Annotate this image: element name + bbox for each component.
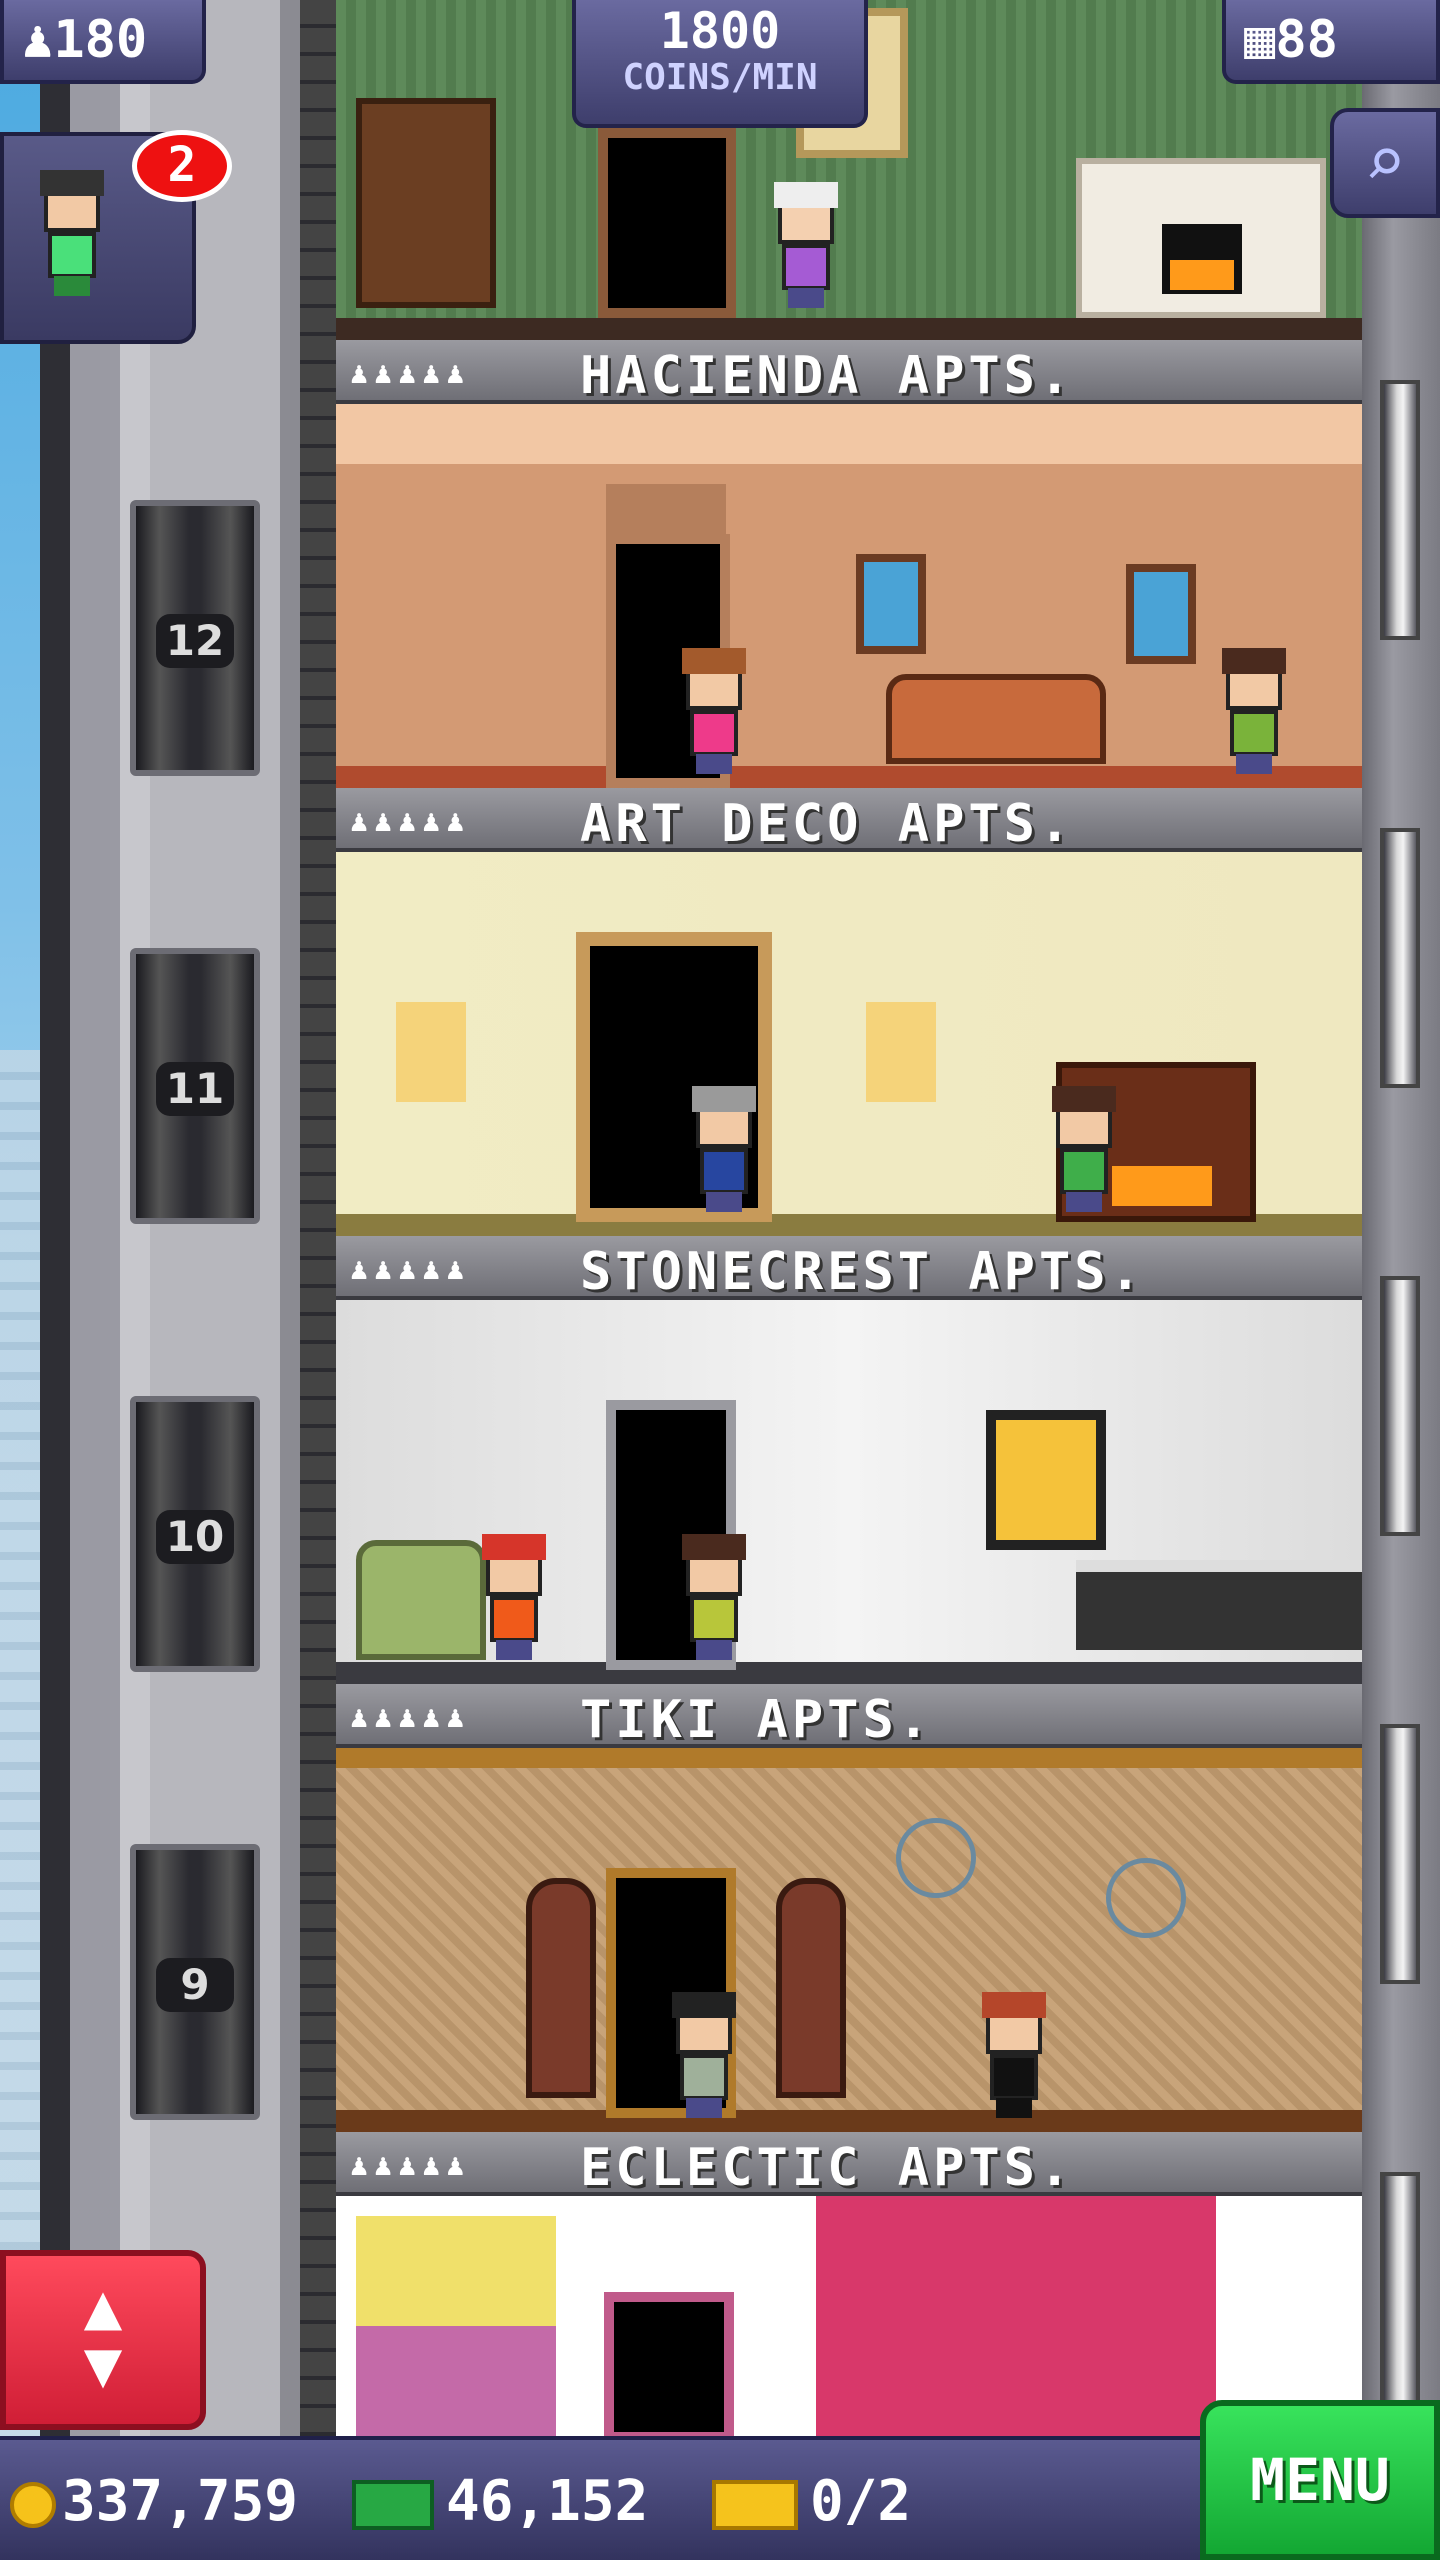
- wall-sconce: [396, 1002, 466, 1102]
- elevator-floor-number: 10: [156, 1510, 234, 1564]
- floor-banner: ♟♟♟♟♟ HACIENDA APTS.: [336, 340, 1362, 406]
- floor-counter[interactable]: ▦88: [1222, 0, 1440, 84]
- painting: [986, 1410, 1106, 1550]
- elevator-rail: [300, 0, 336, 2440]
- resident[interactable]: [676, 1534, 746, 1660]
- tiki-statue: [526, 1878, 596, 2098]
- resident[interactable]: [476, 1534, 546, 1660]
- floor-stonecrest-apts[interactable]: ♟♟♟♟♟ STONECREST APTS.: [336, 1236, 1362, 1684]
- floor-door: [604, 2292, 734, 2436]
- down-arrow-icon: ▼: [83, 2328, 123, 2402]
- coins-per-min-value: 1800: [659, 2, 781, 60]
- building-icon: ▦: [1244, 10, 1276, 70]
- tower-window: [1380, 1724, 1420, 1984]
- bookshelf: [356, 98, 496, 308]
- resident[interactable]: [768, 182, 838, 308]
- floor-room: [336, 852, 1362, 1236]
- elevator-floor-number: 9: [156, 1958, 234, 2012]
- coins-balance[interactable]: 337,759: [10, 2468, 298, 2536]
- tower-window: [1380, 1276, 1420, 1536]
- occupancy-icons: ♟♟♟♟♟: [350, 1252, 471, 1287]
- floors-value: 88: [1275, 10, 1338, 70]
- tickets-value: 0/2: [810, 2469, 912, 2534]
- floor-ground: [336, 1662, 1362, 1684]
- occupancy-icons: ♟♟♟♟♟: [350, 1700, 471, 1735]
- bird-cage: [896, 1818, 976, 1898]
- search-button[interactable]: ⌕: [1330, 108, 1440, 218]
- visitor-notification[interactable]: 2: [0, 130, 232, 344]
- floor-ground: [336, 766, 1362, 788]
- floor-hacienda-apts[interactable]: ♟♟♟♟♟ HACIENDA APTS.: [336, 340, 1362, 788]
- floor-door: [598, 128, 736, 318]
- sofa: [886, 674, 1106, 764]
- occupancy-icons: ♟♟♟♟♟: [350, 804, 471, 839]
- floor-banner: ♟♟♟♟♟ ECLECTIC APTS.: [336, 2132, 1362, 2198]
- patchwork-art: [356, 2216, 556, 2436]
- floor-room: [336, 404, 1362, 788]
- floor-room: [336, 1748, 1362, 2132]
- resident[interactable]: [1216, 648, 1286, 774]
- wall-sconce: [866, 1002, 936, 1102]
- floor-banner: ♟♟♟♟♟ TIKI APTS.: [336, 1684, 1362, 1750]
- floor-ground: [336, 318, 1362, 340]
- floor-name: HACIENDA APTS.: [580, 346, 1075, 406]
- resident[interactable]: [676, 648, 746, 774]
- tower-window: [1380, 828, 1420, 1088]
- floor-room: [336, 2196, 1362, 2436]
- floor-tiki-apts[interactable]: ♟♟♟♟♟ TIKI APTS.: [336, 1684, 1362, 2132]
- floor-name: STONECREST APTS.: [580, 1242, 1145, 1302]
- floor-name: ART DECO APTS.: [580, 794, 1075, 854]
- resident[interactable]: [686, 1086, 756, 1212]
- coins-per-minute[interactable]: 1800 COINS/MIN: [572, 0, 868, 128]
- bird-cage: [1106, 1858, 1186, 1938]
- floor-eclectic-apts[interactable]: ♟♟♟♟♟ ECLECTIC APTS.: [336, 2132, 1362, 2436]
- notification-badge: 2: [132, 130, 232, 202]
- population-counter[interactable]: ♟180: [0, 0, 206, 84]
- menu-button[interactable]: MENU: [1200, 2400, 1440, 2560]
- coins-per-min-label: COINS/MIN: [622, 57, 818, 98]
- coin-icon: [10, 2481, 56, 2528]
- person-icon: ♟: [22, 10, 54, 70]
- tiki-statue: [776, 1878, 846, 2098]
- tower-window: [1380, 2172, 1420, 2432]
- occupancy-icons: ♟♟♟♟♟: [350, 2148, 471, 2183]
- kitchen-counter: [1076, 1560, 1362, 1650]
- floor-ground: [336, 2110, 1362, 2132]
- fireplace: [1076, 158, 1326, 318]
- ticket-icon: [712, 2479, 798, 2530]
- armchair: [356, 1540, 486, 1660]
- elevator-stop[interactable]: 10: [130, 1396, 260, 1672]
- floor-room: [336, 1300, 1362, 1684]
- elevator-stop[interactable]: 9: [130, 1844, 260, 2120]
- magnifier-icon: ⌕: [1363, 121, 1407, 203]
- window: [856, 554, 926, 654]
- fire: [1162, 224, 1242, 294]
- tickets-balance[interactable]: 0/2: [712, 2468, 911, 2536]
- population-value: 180: [53, 10, 148, 70]
- window: [1126, 564, 1196, 664]
- visitor-avatar: [34, 170, 104, 296]
- floor-banner: ♟♟♟♟♟ ART DECO APTS.: [336, 788, 1362, 854]
- elevator-stop[interactable]: 12: [130, 500, 260, 776]
- floor-name: ECLECTIC APTS.: [580, 2138, 1075, 2198]
- tower-window: [1380, 380, 1420, 640]
- floor-banner: ♟♟♟♟♟ STONECREST APTS.: [336, 1236, 1362, 1302]
- coins-value: 337,759: [62, 2469, 299, 2534]
- bux-balance[interactable]: 46,152: [352, 2468, 648, 2536]
- resident[interactable]: [976, 1992, 1046, 2118]
- elevator-stop[interactable]: 11: [130, 948, 260, 1224]
- occupancy-icons: ♟♟♟♟♟: [350, 356, 471, 391]
- bux-value: 46,152: [446, 2469, 649, 2534]
- elevator-floor-number: 12: [156, 614, 234, 668]
- floor-art-deco-apts[interactable]: ♟♟♟♟♟ ART DECO APTS.: [336, 788, 1362, 1236]
- elevator-floor-number: 11: [156, 1062, 234, 1116]
- resident[interactable]: [666, 1992, 736, 2118]
- resident[interactable]: [1046, 1086, 1116, 1212]
- floor-name: TIKI APTS.: [580, 1690, 934, 1750]
- elevator-button[interactable]: ▲ ▼: [0, 2250, 206, 2430]
- bux-icon: [352, 2479, 434, 2530]
